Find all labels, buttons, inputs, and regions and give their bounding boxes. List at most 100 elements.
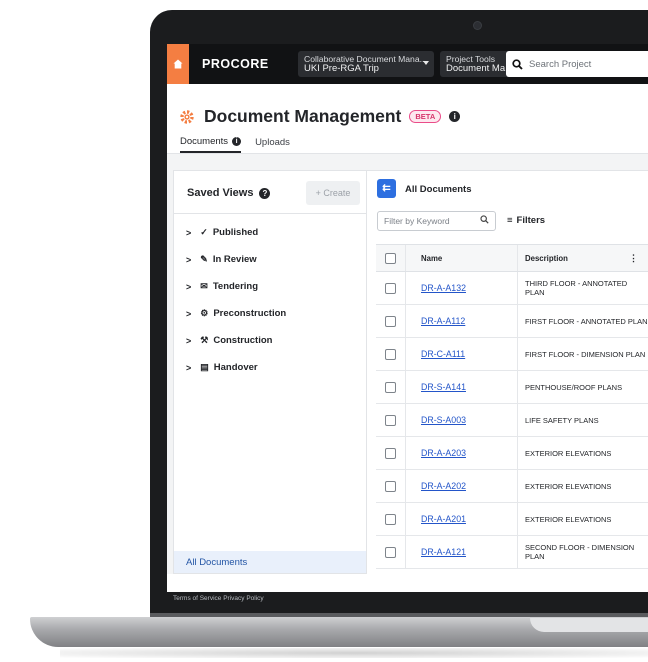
saved-views-title: Saved Views ? [187, 187, 271, 199]
page-title-text: Document Management [204, 106, 402, 126]
document-link[interactable]: DR-S-A141 [421, 382, 466, 392]
create-view-button[interactable]: + Create [306, 181, 360, 205]
row-checkbox[interactable] [385, 348, 396, 360]
select-all-checkbox[interactable] [385, 252, 396, 264]
table-row[interactable]: DR-A-A112 FIRST FLOOR - ANNOTATED PLAN [376, 305, 648, 338]
top-nav: PROCORE Collaborative Document Mana... U… [167, 44, 648, 84]
document-link[interactable]: DR-A-A112 [421, 316, 465, 326]
sidebar-item-construction[interactable]: > ⚒ Construction [186, 335, 272, 346]
sidebar-item-tendering[interactable]: > ✉ Tendering [186, 281, 258, 292]
select-all-cell [376, 245, 406, 271]
description-cell: PENTHOUSE/ROOF PLANS [525, 382, 623, 392]
description-cell: FIRST FLOOR - DIMENSION PLAN [525, 349, 646, 359]
tab-documents[interactable]: Documents i [180, 136, 242, 153]
row-checkbox[interactable] [385, 414, 396, 426]
document-link[interactable]: DR-A-A203 [421, 448, 466, 458]
sidebar-item-all-documents[interactable]: All Documents [174, 551, 366, 573]
project-name: UKI Pre-RGA Trip [304, 63, 379, 74]
name-cell: DR-C-A111 [406, 338, 518, 370]
tab-uploads[interactable]: Uploads [255, 136, 290, 153]
document-link[interactable]: DR-C-A111 [421, 349, 465, 359]
content-area: Saved Views ? + Create > ✓ Published > ✎… [167, 154, 648, 574]
table-row[interactable]: DR-A-A132 THIRD FLOOR - ANNOTATED PLAN [376, 272, 648, 305]
row-checkbox[interactable] [385, 282, 396, 294]
name-cell: DR-A-A201 [406, 503, 518, 535]
footer: Terms of Service Privacy Policy [167, 592, 648, 606]
row-select-cell [376, 305, 406, 337]
dial-icon: ⚙ [200, 308, 209, 318]
row-select-cell [376, 338, 406, 370]
table-body: DR-A-A132 THIRD FLOOR - ANNOTATED PLAN DR-… [376, 272, 648, 569]
more-vertical-icon[interactable]: ⋮ [629, 253, 638, 263]
table-row[interactable]: DR-A-A201 EXTERIOR ELEVATIONS [376, 503, 648, 536]
row-checkbox[interactable] [385, 381, 396, 393]
row-checkbox[interactable] [385, 513, 396, 525]
filters-button[interactable]: ≡ Filters [507, 215, 545, 226]
column-header-name[interactable]: Name [406, 245, 518, 271]
search-input[interactable]: Search Project [506, 51, 648, 77]
name-cell: DR-S-A141 [406, 371, 518, 403]
panel-title: All Documents [405, 184, 472, 195]
row-select-cell [376, 404, 406, 436]
row-select-cell [376, 536, 406, 568]
table-row[interactable]: DR-S-A003 LIFE SAFETY PLANS [376, 404, 648, 437]
row-select-cell [376, 272, 406, 304]
search-icon [480, 215, 489, 224]
sidebar-item-in-review[interactable]: > ✎ In Review [186, 254, 257, 265]
document-link[interactable]: DR-S-A003 [421, 415, 466, 425]
envelope-icon: ✉ [200, 281, 208, 291]
tab-documents-label: Documents [180, 136, 229, 147]
row-select-cell [376, 371, 406, 403]
panel-divider [174, 213, 366, 214]
document-link[interactable]: DR-A-A201 [421, 514, 466, 524]
table-row[interactable]: DR-A-A121 SECOND FLOOR - DIMENSION PLAN [376, 536, 648, 569]
row-checkbox[interactable] [385, 447, 396, 459]
search-icon [512, 58, 523, 70]
sidebar-item-published[interactable]: > ✓ Published [186, 227, 258, 238]
gear-icon [180, 109, 194, 124]
search-placeholder: Search Project [529, 58, 592, 70]
archive-icon: ▤ [200, 362, 209, 372]
camera-icon [474, 22, 481, 29]
column-header-description[interactable]: Description ⋮ [518, 245, 648, 271]
info-icon[interactable]: i [449, 111, 461, 122]
collapse-panel-button[interactable]: ⇇ [377, 179, 396, 198]
row-checkbox[interactable] [385, 480, 396, 492]
document-link[interactable]: DR-A-A132 [421, 283, 466, 293]
chevron-right-icon: > [186, 254, 192, 265]
sidebar-item-label: Construction [213, 335, 273, 346]
tab-bar: Documents i Uploads [180, 136, 290, 153]
sidebar-item-label: Published [212, 227, 259, 238]
home-button[interactable] [167, 44, 189, 84]
home-icon [173, 59, 183, 69]
table-row[interactable]: DR-A-A202 EXTERIOR ELEVATIONS [376, 470, 648, 503]
table-row[interactable]: DR-S-A141 PENTHOUSE/ROOF PLANS [376, 371, 648, 404]
row-select-cell [376, 503, 406, 535]
sidebar-item-label: Tendering [212, 281, 259, 292]
row-select-cell [376, 470, 406, 502]
keyword-filter-input[interactable]: Filter by Keyword [377, 211, 496, 231]
document-link[interactable]: DR-A-A202 [421, 481, 466, 491]
name-cell: DR-A-A112 [406, 305, 518, 337]
laptop-shadow [60, 648, 648, 658]
company-project-selector[interactable]: Collaborative Document Mana... UKI Pre-R… [298, 51, 434, 77]
name-cell: DR-S-A003 [406, 404, 518, 436]
description-cell: EXTERIOR ELEVATIONS [525, 514, 612, 524]
table-header: Name Description ⋮ [376, 245, 648, 272]
table-row[interactable]: DR-C-A111 FIRST FLOOR - DIMENSION PLAN [376, 338, 648, 371]
documents-table: Name Description ⋮ DR-A-A132 THIRD FLOOR … [376, 244, 648, 569]
help-icon[interactable]: ? [259, 187, 271, 199]
document-link[interactable]: DR-A-A121 [421, 547, 466, 557]
row-checkbox[interactable] [385, 315, 396, 327]
sidebar-item-preconstruction[interactable]: > ⚙ Preconstruction [186, 308, 286, 319]
procore-logo: PROCORE [202, 57, 269, 71]
description-cell: LIFE SAFETY PLANS [525, 415, 599, 425]
name-cell: DR-A-A203 [406, 437, 518, 469]
chevron-right-icon: > [186, 227, 192, 238]
sidebar-item-handover[interactable]: > ▤ Handover [186, 362, 258, 373]
filters-label: Filters [516, 215, 546, 226]
table-row[interactable]: DR-A-A203 EXTERIOR ELEVATIONS [376, 437, 648, 470]
row-checkbox[interactable] [385, 546, 396, 558]
column-header-description-label: Description [525, 253, 568, 263]
saved-views-label: Saved Views [187, 187, 254, 199]
